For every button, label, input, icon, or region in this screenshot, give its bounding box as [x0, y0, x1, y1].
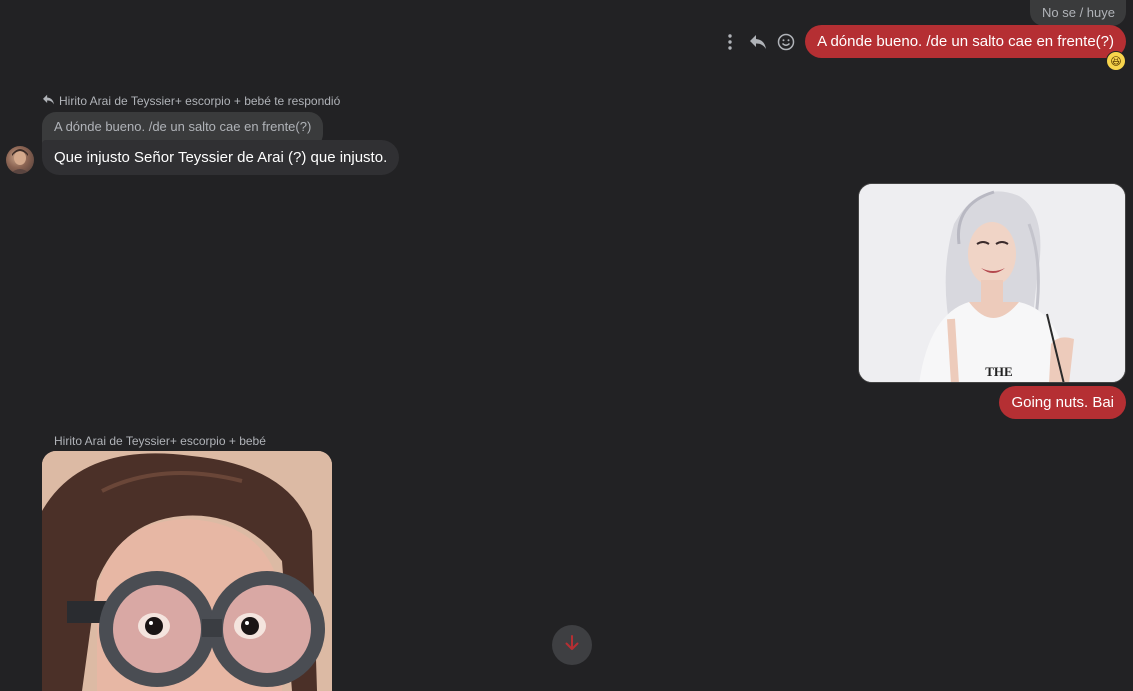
- avatar[interactable]: [6, 146, 34, 174]
- reply-icon[interactable]: [749, 33, 767, 51]
- arrow-down-icon: [565, 634, 579, 656]
- outgoing-message-row: A dónde bueno. /de un salto cae en frent…: [721, 24, 1126, 59]
- scroll-to-bottom-button[interactable]: [552, 625, 592, 665]
- reply-header-text: Hirito Arai de Teyssier+ escorpio + bebé…: [59, 94, 341, 108]
- reply-arrow-icon: [42, 94, 55, 108]
- replied-message-snippet[interactable]: No se / huye: [1030, 0, 1126, 26]
- more-options-icon[interactable]: [721, 33, 739, 51]
- message-actions: [721, 33, 795, 51]
- incoming-message-bubble[interactable]: Que injusto Señor Teyssier de Arai (?) q…: [42, 140, 400, 175]
- sender-name: Hirito Arai de Teyssier+ escorpio + bebé: [54, 434, 266, 448]
- reply-header: Hirito Arai de Teyssier+ escorpio + bebé…: [42, 94, 340, 108]
- message-reaction[interactable]: 😆: [1106, 51, 1126, 71]
- outgoing-message-bubble[interactable]: A dónde bueno. /de un salto cae en frent…: [805, 25, 1126, 58]
- outgoing-message-bubble[interactable]: Going nuts. Bai: [999, 386, 1126, 419]
- emoji-react-icon[interactable]: [777, 33, 795, 51]
- svg-text:THE: THE: [985, 364, 1012, 379]
- sent-photo[interactable]: THE: [858, 183, 1126, 383]
- message-thread: No se / huye A dónde bueno. /de un salto…: [0, 0, 1133, 691]
- received-photo[interactable]: [42, 451, 332, 691]
